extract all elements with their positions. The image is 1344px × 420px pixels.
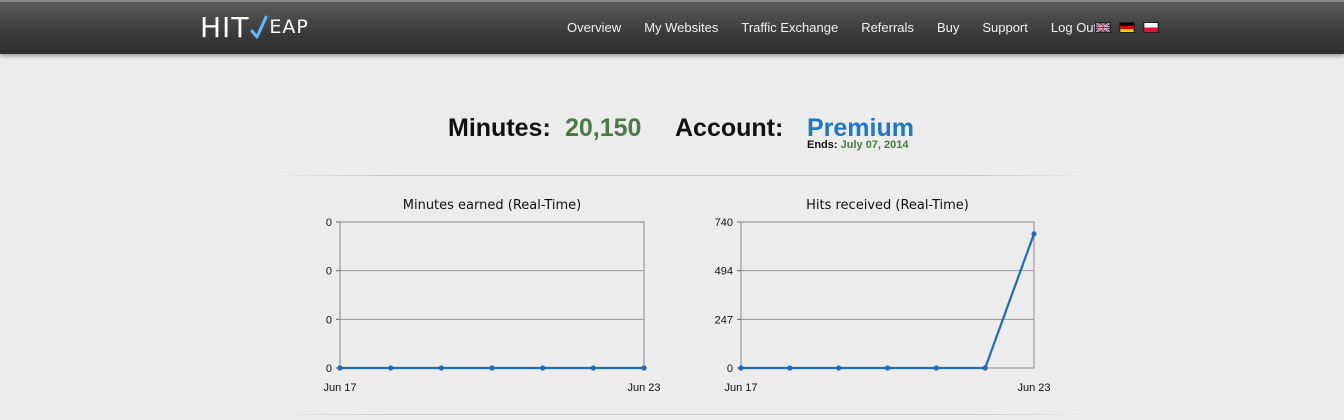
polish-flag-icon[interactable] — [1143, 22, 1159, 33]
data-point — [884, 365, 891, 371]
chart-title: Hits received (Real-Time) — [806, 198, 969, 213]
y-tick-label: 0 — [326, 217, 332, 229]
top-navigation-bar: HIT EAP Overview My Websites Traffic Exc… — [0, 0, 1344, 54]
logo-checkmark-icon — [250, 15, 268, 39]
language-selector — [1095, 22, 1159, 33]
data-point — [738, 365, 744, 371]
minutes-label: Minutes: — [448, 114, 551, 142]
y-tick-label: 494 — [715, 266, 733, 278]
minutes-value: 20,150 — [565, 114, 642, 142]
x-tick-label: Jun 23 — [1017, 382, 1050, 394]
data-point — [489, 365, 495, 371]
minutes-earned-chart-svg: Minutes earned (Real-Time) 0 0 0 0 Jun 17 Jun … — [323, 198, 660, 394]
data-point — [982, 365, 988, 371]
data-point — [1031, 231, 1037, 237]
hitleap-logo[interactable]: HIT EAP — [200, 10, 309, 44]
logo-text-hit: HIT — [200, 10, 250, 44]
ends-date: July 07, 2014 — [840, 139, 909, 151]
nav-referrals[interactable]: Referrals — [861, 20, 914, 35]
x-tick-label: Jun 17 — [323, 382, 356, 394]
data-point — [337, 365, 343, 371]
plot-area — [339, 221, 645, 369]
english-flag-icon[interactable] — [1095, 22, 1111, 33]
logo-text-eap: EAP — [269, 16, 309, 38]
nav-log-out[interactable]: Log Out — [1051, 20, 1097, 35]
data-point — [438, 365, 444, 371]
y-tick-label: 247 — [715, 314, 733, 326]
hits-received-chart: Hits received (Real-Time) 0 247 494 740 Jun 1… — [700, 190, 1080, 405]
divider — [270, 175, 1090, 176]
y-tick-label: 0 — [727, 363, 733, 375]
x-tick-label: Jun 17 — [724, 382, 757, 394]
german-flag-icon[interactable] — [1119, 22, 1135, 33]
data-point — [388, 365, 394, 371]
data-point — [540, 365, 546, 371]
plot-area — [740, 221, 1035, 369]
nav-traffic-exchange[interactable]: Traffic Exchange — [741, 20, 838, 35]
minutes-earned-chart: Minutes earned (Real-Time) 0 0 0 0 Jun 17 Jun … — [300, 190, 680, 405]
account-ends: Ends: July 07, 2014 — [807, 139, 909, 151]
account-stats: Minutes: 20,150 Account: Premium Ends: J… — [0, 112, 1344, 162]
hits-received-chart-svg: Hits received (Real-Time) 0 247 494 740 Jun 1… — [715, 198, 1051, 394]
chart-title: Minutes earned (Real-Time) — [403, 198, 582, 213]
series-line — [741, 233, 1036, 370]
main-nav: Overview My Websites Traffic Exchange Re… — [567, 20, 1120, 35]
ends-label: Ends: — [807, 139, 838, 151]
nav-support[interactable]: Support — [982, 20, 1028, 35]
data-point — [590, 365, 596, 371]
y-tick-label: 0 — [326, 314, 332, 326]
nav-buy[interactable]: Buy — [937, 20, 959, 35]
data-point — [787, 365, 793, 371]
y-tick-label: 0 — [326, 266, 332, 278]
account-label: Account: — [675, 114, 784, 142]
data-point — [641, 365, 647, 371]
nav-overview[interactable]: Overview — [567, 20, 621, 35]
y-tick-label: 0 — [326, 363, 332, 375]
x-tick-label: Jun 23 — [627, 382, 660, 394]
data-point — [836, 365, 842, 371]
nav-my-websites[interactable]: My Websites — [644, 20, 718, 35]
y-tick-label: 740 — [715, 217, 733, 229]
data-point — [933, 365, 939, 371]
divider — [270, 414, 1090, 415]
